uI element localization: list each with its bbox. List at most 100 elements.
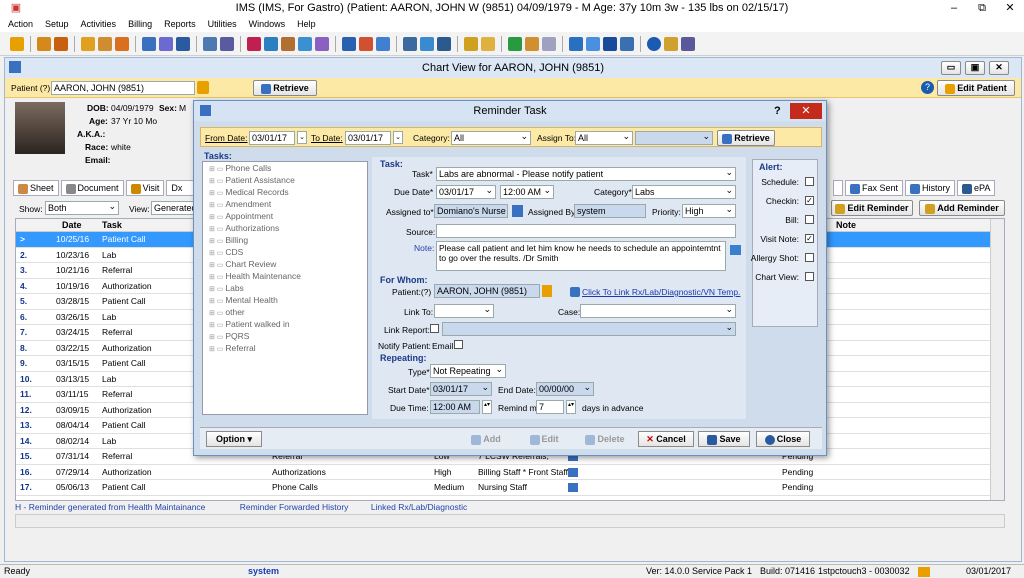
- tree-item[interactable]: Health Maintenance: [203, 270, 367, 282]
- sync-icon[interactable]: [569, 36, 583, 51]
- link-rx-lab-link[interactable]: Click To Link Rx/Lab/Diagnostic/VN Temp.: [582, 287, 740, 297]
- appointment-icon[interactable]: [98, 36, 112, 51]
- category-select[interactable]: Labs: [632, 185, 736, 199]
- table-row[interactable]: 17. 05/06/13 Patient Call Phone Calls Medium…: [16, 480, 1004, 496]
- end-date-input[interactable]: 00/00/00: [536, 382, 594, 396]
- chart-minimize-button[interactable]: ▭: [941, 61, 961, 75]
- to-date-input[interactable]: 03/01/17: [345, 131, 391, 145]
- tree-item[interactable]: Labs: [203, 282, 367, 294]
- tab-history[interactable]: History: [905, 180, 956, 196]
- due-time-repeat-input[interactable]: 12:00 AM: [430, 400, 480, 414]
- from-date-input[interactable]: 03/01/17: [249, 131, 295, 145]
- lock-icon[interactable]: [664, 36, 678, 51]
- assigned-to-input[interactable]: Domiano's Nurse: [434, 204, 508, 218]
- menu-windows[interactable]: Windows: [249, 17, 286, 32]
- patient-input[interactable]: AARON, JOHN (9851): [51, 81, 195, 95]
- due-date-input[interactable]: 03/01/17: [436, 185, 496, 199]
- alert-checkbox[interactable]: [805, 215, 814, 224]
- minimize-button[interactable]: –: [940, 0, 968, 17]
- menu-help[interactable]: Help: [297, 17, 316, 32]
- tree-item[interactable]: Amendment: [203, 198, 367, 210]
- tree-item[interactable]: Authorizations: [203, 222, 367, 234]
- message-icon[interactable]: [403, 36, 417, 51]
- edit-reminder-button[interactable]: Edit Reminder: [831, 200, 913, 216]
- menu-reports[interactable]: Reports: [164, 17, 196, 32]
- chart-icon[interactable]: [142, 36, 156, 51]
- link-to-select[interactable]: [434, 304, 494, 318]
- due-time-input[interactable]: 12:00 AM: [500, 185, 554, 199]
- tab-sheet[interactable]: Sheet: [13, 180, 59, 196]
- folder-open-icon[interactable]: [464, 36, 478, 51]
- view-select[interactable]: Generated: [151, 201, 195, 215]
- category-filter-select[interactable]: All: [451, 131, 531, 145]
- close-button[interactable]: Close: [756, 431, 810, 447]
- shield-icon[interactable]: [176, 36, 190, 51]
- tree-item[interactable]: other: [203, 306, 367, 318]
- calendar-icon[interactable]: [203, 36, 217, 51]
- print-icon[interactable]: [542, 36, 556, 51]
- remind-days-input[interactable]: 7: [536, 400, 564, 414]
- ledger-icon[interactable]: [298, 36, 312, 51]
- source-input[interactable]: [436, 224, 736, 238]
- tree-item[interactable]: CDS: [203, 246, 367, 258]
- start-date-input[interactable]: 03/01/17: [430, 382, 492, 396]
- chart-restore-button[interactable]: ▣: [965, 61, 985, 75]
- grid-hscrollbar[interactable]: [15, 514, 1005, 528]
- email-icon[interactable]: [420, 36, 434, 51]
- col-task[interactable]: Task: [102, 220, 122, 230]
- retrieve-button[interactable]: Retrieve: [253, 80, 317, 96]
- col-note[interactable]: Note: [836, 220, 856, 230]
- statement-icon[interactable]: [315, 36, 329, 51]
- reminder-doc-icon[interactable]: [568, 483, 578, 492]
- link-report-select[interactable]: [442, 322, 736, 336]
- billing-icon[interactable]: [247, 36, 261, 51]
- user-icon[interactable]: [10, 36, 24, 51]
- for-patient-input[interactable]: AARON, JOHN (9851): [434, 284, 540, 298]
- add-reminder-button[interactable]: Add Reminder: [919, 200, 1005, 216]
- restore-button[interactable]: ⧉: [968, 0, 996, 17]
- tab-visit[interactable]: Visit: [125, 180, 165, 196]
- case-select[interactable]: [580, 304, 736, 318]
- menu-activities[interactable]: Activities: [81, 17, 117, 32]
- tab-epa[interactable]: ePA: [957, 180, 996, 196]
- patient-icon[interactable]: [37, 36, 51, 51]
- task-icon[interactable]: [437, 36, 451, 51]
- tab-hidden[interactable]: [833, 180, 843, 196]
- notes-icon[interactable]: [220, 36, 234, 51]
- report-icon[interactable]: [342, 36, 356, 51]
- tree-item[interactable]: Billing: [203, 234, 367, 246]
- tree-item[interactable]: Patient walked in: [203, 318, 367, 330]
- reminder-doc-icon[interactable]: [568, 467, 578, 477]
- transfer-icon[interactable]: [586, 36, 600, 51]
- tab-fax-sent[interactable]: Fax Sent: [845, 180, 904, 196]
- alert-checkbox[interactable]: [805, 272, 814, 281]
- email-checkbox[interactable]: [454, 340, 463, 349]
- help-icon[interactable]: [647, 36, 661, 51]
- claim-icon[interactable]: [264, 36, 278, 51]
- save-button[interactable]: Save: [698, 431, 750, 447]
- dialog-retrieve-button[interactable]: Retrieve: [717, 130, 775, 146]
- folder-icon[interactable]: [81, 36, 95, 51]
- close-window-button[interactable]: ✕: [996, 0, 1024, 17]
- patient-lookup-icon[interactable]: [542, 285, 552, 297]
- add-button[interactable]: Add: [460, 431, 512, 447]
- fax-icon[interactable]: [359, 36, 373, 51]
- alert-checkbox[interactable]: ✓: [805, 196, 814, 205]
- scan-icon[interactable]: [376, 36, 390, 51]
- lab-icon[interactable]: [159, 36, 173, 51]
- archive-icon[interactable]: [481, 36, 495, 51]
- priority-select[interactable]: High: [682, 204, 736, 218]
- to-date-dropdown[interactable]: ⌄: [393, 131, 403, 144]
- dialog-close-icon[interactable]: ✕: [790, 103, 822, 119]
- from-date-dropdown[interactable]: ⌄: [297, 131, 307, 144]
- alert-checkbox[interactable]: [805, 253, 814, 262]
- exit-icon[interactable]: [681, 36, 695, 51]
- cancel-button[interactable]: ✕ Cancel: [638, 431, 694, 447]
- note-textarea[interactable]: Please call patient and let him know he …: [436, 241, 726, 271]
- assign-lookup-icon[interactable]: [512, 205, 523, 217]
- tree-item[interactable]: Phone Calls: [203, 162, 367, 174]
- payment-icon[interactable]: [281, 36, 295, 51]
- patient-search-icon[interactable]: [54, 36, 68, 51]
- alert-checkbox[interactable]: [805, 177, 814, 186]
- menu-billing[interactable]: Billing: [128, 17, 152, 32]
